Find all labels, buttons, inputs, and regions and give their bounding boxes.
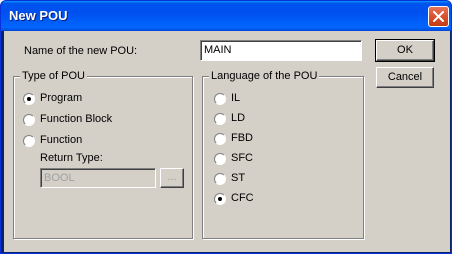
type-of-pou-group: Type of POU Program Function Block Funct…	[13, 70, 193, 239]
radio-cfc[interactable]	[214, 193, 226, 205]
pou-name-input[interactable]: MAIN	[200, 40, 362, 61]
radio-function-block[interactable]	[23, 114, 35, 126]
radio-cfc-label[interactable]: CFC	[231, 192, 254, 204]
radio-program-label[interactable]: Program	[40, 92, 82, 104]
ok-button[interactable]: OK	[375, 39, 435, 62]
pou-name-label: Name of the new POU:	[24, 45, 138, 57]
return-type-label: Return Type:	[40, 152, 103, 164]
radio-sfc[interactable]	[214, 153, 226, 165]
radio-fbd[interactable]	[214, 133, 226, 145]
type-of-pou-title: Type of POU	[20, 70, 87, 82]
language-group: Language of the POU IL LD FBD SFC ST CFC	[202, 70, 364, 239]
radio-ld[interactable]	[214, 113, 226, 125]
close-button[interactable]	[428, 6, 449, 27]
radio-il-label[interactable]: IL	[231, 92, 240, 104]
return-type-browse-button[interactable]: ...	[160, 168, 184, 188]
new-pou-dialog: New POU Name of the new POU: MAIN OK Can…	[0, 0, 452, 254]
return-type-input[interactable]: BOOL	[40, 168, 156, 188]
radio-sfc-label[interactable]: SFC	[231, 152, 253, 164]
title-bar: New POU	[1, 1, 451, 31]
radio-selected-dot	[218, 197, 222, 201]
radio-function[interactable]	[23, 135, 35, 147]
radio-ld-label[interactable]: LD	[231, 112, 245, 124]
language-group-title: Language of the POU	[209, 70, 320, 82]
radio-fbd-label[interactable]: FBD	[231, 132, 253, 144]
cancel-button[interactable]: Cancel	[376, 67, 434, 88]
close-icon	[433, 11, 444, 22]
radio-function-label[interactable]: Function	[40, 134, 82, 146]
radio-program[interactable]	[23, 93, 35, 105]
dialog-body: Name of the new POU: MAIN OK Cancel Type…	[4, 31, 450, 252]
window-title: New POU	[9, 8, 68, 23]
radio-st[interactable]	[214, 173, 226, 185]
radio-function-block-label[interactable]: Function Block	[40, 113, 112, 125]
radio-selected-dot	[27, 97, 31, 101]
radio-st-label[interactable]: ST	[231, 172, 245, 184]
radio-il[interactable]	[214, 93, 226, 105]
